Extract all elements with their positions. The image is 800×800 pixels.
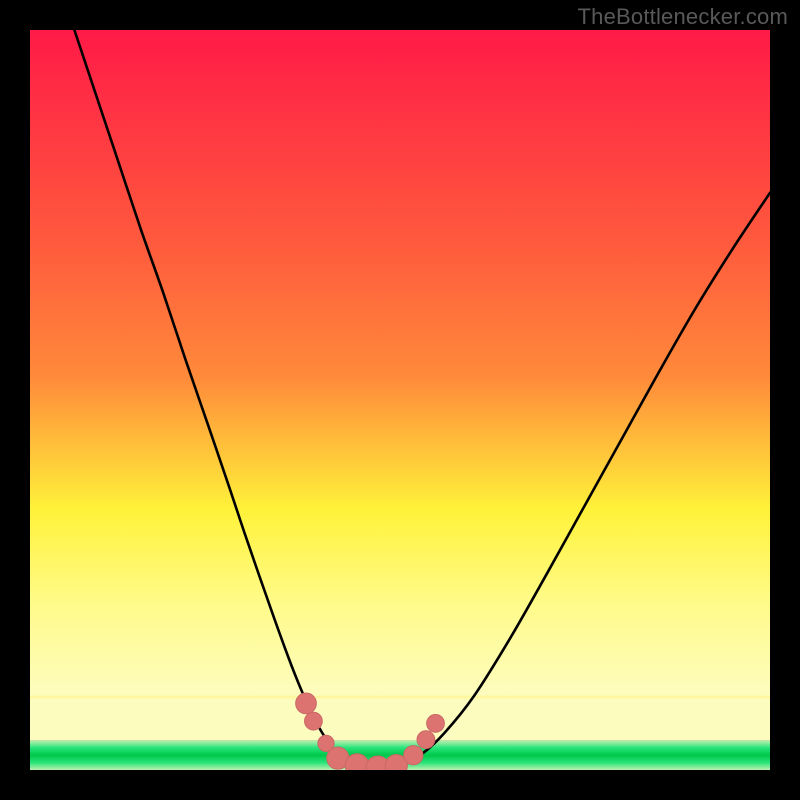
plot-area xyxy=(30,30,770,770)
chart-frame: TheBottlenecker.com xyxy=(0,0,800,800)
curve-marker xyxy=(427,715,445,733)
curve-marker xyxy=(417,731,435,749)
curve-marker xyxy=(296,693,317,714)
curve-marker xyxy=(404,746,423,765)
curve-marker xyxy=(305,712,323,730)
bottleneck-curve-chart xyxy=(30,30,770,770)
watermark-text: TheBottlenecker.com xyxy=(578,4,788,30)
